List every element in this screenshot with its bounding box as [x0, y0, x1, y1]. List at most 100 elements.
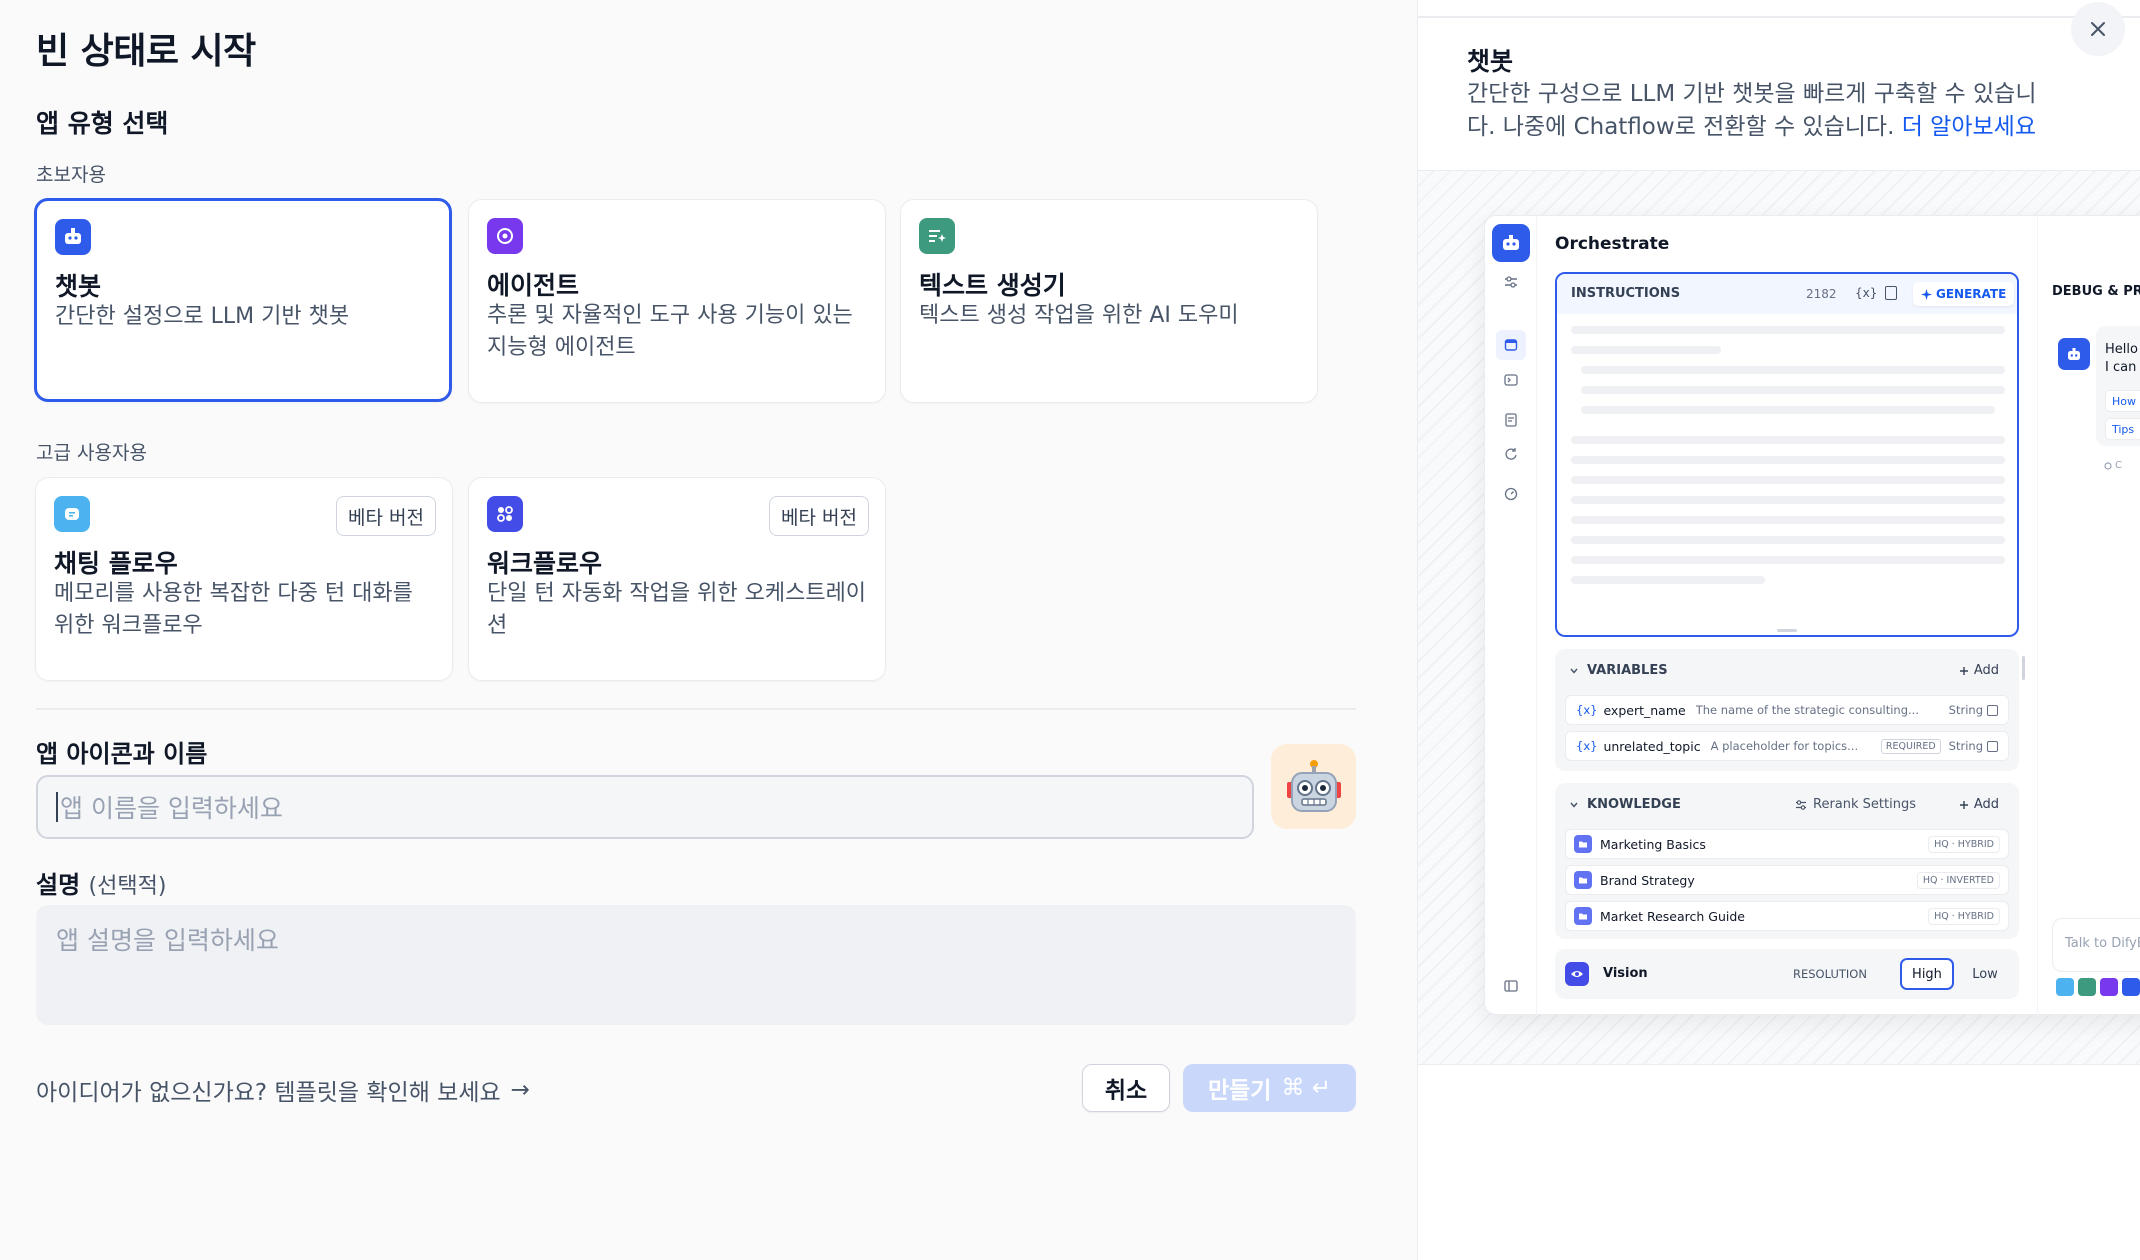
workflow-icon	[487, 496, 523, 532]
app-type-card-chatbot[interactable]: 챗봇 간단한 설정으로 LLM 기반 챗봇	[34, 198, 452, 402]
knowledge-badge: HQ · HYBRID	[1928, 835, 2000, 853]
gauge-icon	[1501, 484, 1521, 504]
chat-text: I can	[2105, 360, 2137, 375]
variable-name: unrelated_topic	[1603, 738, 1701, 754]
card-desc: 단일 턴 자동화 작업을 위한 오케스트레이션	[487, 581, 867, 638]
add-label: Add	[1973, 663, 1999, 678]
variable-name: expert_name	[1603, 702, 1686, 718]
chatbot-icon	[55, 219, 91, 255]
preview-title: 챗봇	[1467, 47, 1514, 76]
app-description-input[interactable]: 앱 설명을 입력하세요	[36, 905, 1356, 1025]
divider	[1418, 16, 2140, 18]
chevron-down-icon	[1570, 802, 1578, 808]
generate-label: GENERATE	[1936, 287, 2007, 301]
resolution-label: RESOLUTION	[1793, 967, 1867, 981]
rerank-label: Rerank Settings	[1813, 797, 1916, 812]
variable-type: String	[1948, 703, 1983, 717]
knowledge-name: Marketing Basics	[1600, 836, 1706, 852]
preview-sidebar	[1485, 216, 1537, 1016]
app-icon-picker[interactable]	[1271, 744, 1356, 829]
app-type-heading: 앱 유형 선택	[36, 109, 169, 138]
app-type-card-chatflow[interactable]: 베타 버전 채팅 플로우 메모리를 사용한 복잡한 다중 턴 대화를 위한 워크…	[35, 477, 453, 681]
required-badge: REQUIRED	[1880, 738, 1941, 754]
file-icon	[2122, 978, 2140, 996]
resolution-low-option: Low	[1972, 966, 1998, 982]
preview-description: 간단한 구성으로 LLM 기반 챗봇을 빠르게 구축할 수 있습니다. 나중에 …	[1467, 78, 2037, 144]
learn-more-link[interactable]: 더 알아보세요	[1902, 114, 2036, 140]
text-generator-icon	[919, 218, 955, 254]
knowledge-badge: HQ · INVERTED	[1916, 871, 2000, 889]
chat-input: Talk to DifyB	[2052, 918, 2140, 972]
text-skeleton	[1581, 366, 2005, 374]
create-button[interactable]: 만들기 ⌘ ↵	[1183, 1064, 1356, 1112]
description-heading: 설명 (선택적)	[36, 865, 166, 900]
microphone-icon	[2100, 978, 2118, 996]
variable-icon: {x}	[1855, 286, 1878, 300]
knowledge-badge: HQ · HYBRID	[1928, 907, 2000, 925]
create-button-label: 만들기	[1207, 1078, 1272, 1104]
app-type-card-agent[interactable]: 에이전트 추론 및 자율적인 도구 사용 기능이 있는 지능형 에이전트	[468, 199, 886, 403]
debug-preview-panel: DEBUG & PRE Hello I can How Tips C Talk …	[2037, 216, 2140, 1016]
variable-tag: {x}	[1576, 703, 1598, 717]
close-button[interactable]	[2071, 2, 2125, 56]
advanced-label: 고급 사용자용	[36, 442, 147, 464]
close-icon	[2091, 22, 2105, 36]
preview-panel: 챗봇 간단한 구성으로 LLM 기반 챗봇을 빠르게 구축할 수 있습니다. 나…	[1417, 0, 2140, 1260]
instructions-label: INSTRUCTIONS	[1571, 286, 1681, 301]
card-desc: 메모리를 사용한 복잡한 다중 턴 대화를 위한 워크플로우	[54, 581, 413, 638]
variable-type: String	[1948, 739, 1983, 753]
settings-sliders-icon	[1796, 799, 1806, 810]
create-app-panel: 빈 상태로 시작 앱 유형 선택 초보자용 챗봇 간단한 설정으로 LLM 기반…	[0, 0, 1417, 1260]
variable-row: {x} unrelated_topic A placeholder for to…	[1565, 731, 2009, 761]
variables-label: VARIABLES	[1587, 663, 1668, 678]
variable-desc: The name of the strategic consulting...	[1695, 703, 1919, 717]
page-title: 빈 상태로 시작	[36, 31, 256, 72]
chat-icon	[2056, 978, 2074, 996]
chat-text: Hello	[2105, 342, 2138, 357]
card-title: 텍스트 생성기	[919, 271, 1066, 300]
preview-canvas: Orchestrate INSTRUCTIONS 2182 {x} GENERA…	[1418, 170, 2140, 1065]
chatflow-icon	[54, 496, 90, 532]
generate-button: GENERATE	[1913, 282, 2015, 306]
scrollbar-thumb	[2022, 656, 2025, 680]
edit-icon	[1987, 740, 1998, 752]
card-desc: 추론 및 자율적인 도구 사용 기능이 있는 지능형 에이전트	[487, 303, 853, 360]
arrow-right-icon: →	[510, 1077, 530, 1103]
knowledge-label: KNOWLEDGE	[1587, 797, 1681, 812]
text-skeleton	[1571, 516, 2005, 524]
folder-icon	[1574, 871, 1592, 889]
text-skeleton	[1571, 456, 2005, 464]
edit-icon	[1987, 704, 1998, 716]
orchestrate-title: Orchestrate	[1555, 234, 1670, 254]
image-icon	[2078, 978, 2096, 996]
text-caret	[56, 792, 58, 822]
debug-title: DEBUG & PRE	[2052, 284, 2140, 299]
refresh-icon	[1501, 444, 1521, 464]
beta-badge: 베타 버전	[336, 496, 436, 536]
app-type-card-text-generator[interactable]: 텍스트 생성기 텍스트 생성 작업을 위한 AI 도우미	[900, 199, 1318, 403]
plus-icon	[1959, 666, 1968, 675]
suggested-question: How	[2105, 390, 2140, 412]
cancel-button[interactable]: 취소	[1082, 1064, 1170, 1112]
app-name-input[interactable]: 앱 이름을 입력하세요	[36, 775, 1254, 839]
knowledge-header: KNOWLEDGE	[1569, 797, 1681, 812]
circle-icon	[2104, 461, 2112, 470]
terminal-icon	[1501, 370, 1521, 390]
resize-handle	[1777, 629, 1797, 632]
app-type-card-workflow[interactable]: 베타 버전 워크플로우 단일 턴 자동화 작업을 위한 오케스트레이션	[468, 477, 886, 681]
plus-icon	[1959, 800, 1968, 809]
app-description-placeholder: 앱 설명을 입력하세요	[56, 926, 279, 955]
rerank-settings: Rerank Settings	[1795, 797, 1916, 812]
knowledge-row: Brand Strategy HQ · INVERTED	[1565, 865, 2009, 895]
text-skeleton	[1571, 496, 2005, 504]
template-link[interactable]: 아이디어가 없으신가요? 템플릿을 확인해 보세요 →	[36, 1073, 530, 1107]
app-name-heading: 앱 아이콘과 이름	[36, 740, 208, 768]
app-name-placeholder: 앱 이름을 입력하세요	[60, 794, 283, 823]
knowledge-section: KNOWLEDGE Rerank Settings Add Marketing …	[1555, 783, 2019, 939]
card-title: 워크플로우	[487, 549, 603, 578]
resolution-high-option: High	[1900, 958, 1954, 990]
add-label: Add	[1973, 797, 1999, 812]
chat-feature-icons	[2056, 978, 2140, 996]
sparkle-icon	[1921, 288, 1932, 300]
card-title: 에이전트	[487, 271, 580, 300]
